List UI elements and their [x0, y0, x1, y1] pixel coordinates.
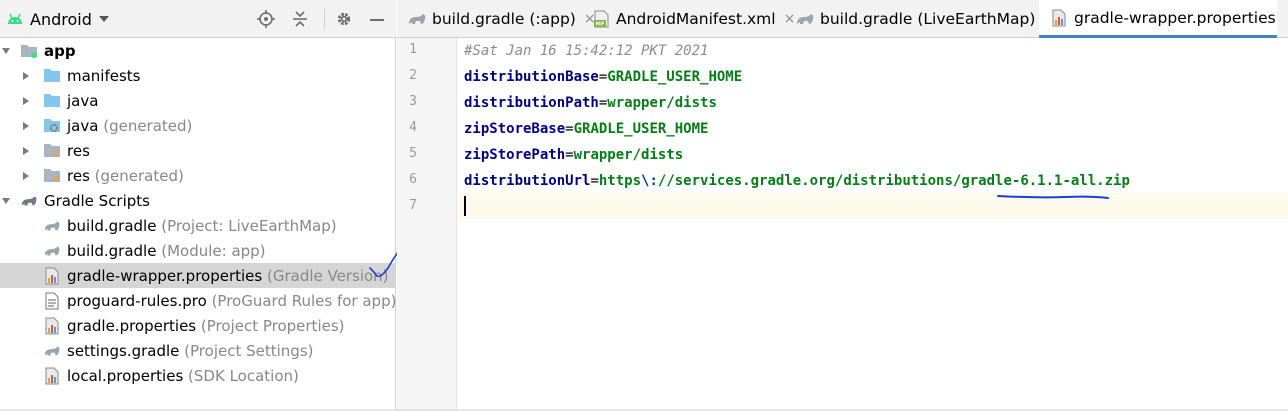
gradle-icon: [43, 342, 61, 360]
svg-text:MF: MF: [596, 22, 605, 28]
code-editor[interactable]: #Sat Jan 16 15:42:12 PKT 2021 distributi…: [458, 38, 1288, 411]
android-icon: [6, 12, 24, 26]
module-folder-icon: [20, 42, 38, 60]
tree-item-label: Gradle Scripts: [44, 191, 150, 210]
tree-item-settings-gradle[interactable]: settings.gradle (Project Settings): [0, 338, 395, 363]
collapse-all-icon[interactable]: [290, 9, 310, 29]
text-caret: [464, 196, 466, 216]
collapsed-arrow-icon[interactable]: [20, 170, 32, 182]
tree-item-label: build.gradle (Module: app): [67, 241, 266, 260]
tree-item-java-generated[interactable]: java (generated): [0, 113, 395, 138]
code-line-5[interactable]: zipStorePath=wrapper/dists: [464, 142, 683, 168]
res-folder-icon: [43, 142, 61, 160]
tree-item-label: res: [67, 141, 90, 160]
gradle-icon: [43, 242, 61, 260]
tree-item-build-gradle-project[interactable]: build.gradle (Project: LiveEarthMap): [0, 213, 395, 238]
tree-item-label: local.properties (SDK Location): [67, 366, 299, 385]
tree-item-label: settings.gradle (Project Settings): [67, 341, 314, 360]
collapsed-arrow-icon[interactable]: [20, 70, 32, 82]
editor-tab-bar: build.gradle (:app) × MF AndroidManifest…: [397, 0, 1288, 38]
tree-item-gradle-wrapper-properties[interactable]: gradle-wrapper.properties (Gradle Versio…: [0, 233, 416, 288]
project-view-selector[interactable]: Android: [6, 8, 110, 30]
gradle-icon: [407, 9, 427, 29]
tab-android-manifest[interactable]: MF AndroidManifest.xml ×: [593, 0, 795, 38]
code-line-2[interactable]: distributionBase=GRADLE_USER_HOME: [464, 64, 742, 90]
tree-item-gradle-scripts[interactable]: Gradle Scripts: [0, 188, 395, 213]
line-number: 1: [409, 42, 417, 57]
line-number: 7: [409, 198, 417, 213]
line-number: 6: [409, 172, 417, 187]
tree-item-proguard-rules[interactable]: proguard-rules.pro (ProGuard Rules for a…: [0, 288, 397, 313]
tree-item-gradle-properties[interactable]: gradle.properties (Project Properties): [0, 313, 395, 338]
tree-item-label: app: [44, 41, 76, 60]
gradle-icon: [20, 192, 38, 210]
gear-icon[interactable]: [334, 9, 354, 29]
properties-icon: [1049, 8, 1069, 28]
chevron-down-icon: [98, 15, 110, 23]
line-number: 2: [409, 68, 417, 83]
tab-gradle-wrapper-properties[interactable]: gradle-wrapper.properties: [1039, 0, 1277, 38]
line-number-gutter: 1 2 3 4 5 6 7: [397, 38, 457, 411]
line-number: 4: [409, 120, 417, 135]
tree-item-java[interactable]: java: [0, 88, 395, 113]
folder-icon: [43, 92, 61, 110]
handwritten-underline: [997, 195, 1109, 199]
tab-label: build.gradle (LiveEarthMap): [820, 10, 1036, 28]
project-view-label: Android: [30, 9, 92, 29]
toolbar-separator: [324, 9, 325, 29]
properties-icon: [43, 367, 61, 385]
tree-item-app[interactable]: app: [0, 38, 395, 63]
project-panel: Android app manifests java java (generat…: [0, 0, 416, 409]
collapsed-arrow-icon[interactable]: [20, 95, 32, 107]
tab-build-gradle-project[interactable]: build.gradle (LiveEarthMap) ×: [795, 0, 1055, 38]
properties-icon: [43, 317, 61, 335]
tree-item-label: java: [67, 91, 99, 110]
tree-item-res-generated[interactable]: res (generated): [0, 163, 395, 188]
tree-item-label: java (generated): [67, 116, 193, 135]
editor-area: build.gradle (:app) × MF AndroidManifest…: [397, 0, 1288, 411]
code-line-6[interactable]: distributionUrl=https\://services.gradle…: [464, 168, 1130, 194]
tab-build-gradle-app[interactable]: build.gradle (:app) ×: [407, 0, 596, 38]
tree-item-build-gradle-module[interactable]: build.gradle (Module: app): [0, 238, 395, 263]
tree-item-local-properties[interactable]: local.properties (SDK Location): [0, 363, 395, 388]
collapsed-arrow-icon[interactable]: [20, 120, 32, 132]
text-file-icon: [43, 292, 61, 310]
properties-icon: [43, 267, 61, 285]
tree-item-label: gradle.properties (Project Properties): [67, 316, 345, 335]
code-line-3[interactable]: distributionPath=wrapper/dists: [464, 90, 717, 116]
generated-folder-icon: [43, 117, 61, 135]
tree-item-label: gradle-wrapper.properties (Gradle Versio…: [67, 266, 389, 285]
tree-item-res[interactable]: res: [0, 138, 395, 163]
tree-item-label: build.gradle (Project: LiveEarthMap): [67, 216, 337, 235]
collapsed-arrow-icon[interactable]: [20, 145, 32, 157]
folder-icon: [43, 67, 61, 85]
gradle-icon: [795, 9, 815, 29]
tree-item-label: proguard-rules.pro (ProGuard Rules for a…: [67, 291, 397, 310]
tree-item-label: manifests: [67, 66, 141, 85]
manifest-icon: MF: [593, 9, 611, 29]
expand-arrow-icon[interactable]: [0, 195, 12, 207]
tree-item-manifests[interactable]: manifests: [0, 63, 395, 88]
locate-icon[interactable]: [256, 9, 276, 29]
current-line-highlight: [458, 193, 1288, 219]
line-number: 3: [409, 94, 417, 109]
res-folder-icon: [43, 167, 61, 185]
tree-item-label: res (generated): [67, 166, 184, 185]
line-number: 5: [409, 146, 417, 161]
tab-label: AndroidManifest.xml: [616, 10, 776, 28]
minimize-icon[interactable]: [367, 9, 387, 29]
tab-label: gradle-wrapper.properties: [1074, 8, 1276, 27]
code-line-1[interactable]: #Sat Jan 16 15:42:12 PKT 2021: [464, 38, 708, 64]
gradle-icon: [43, 217, 61, 235]
project-panel-toolbar: Android: [0, 0, 396, 38]
close-icon[interactable]: ×: [784, 11, 796, 27]
expand-arrow-icon[interactable]: [0, 45, 12, 57]
tab-label: build.gradle (:app): [432, 10, 576, 28]
code-line-4[interactable]: zipStoreBase=GRADLE_USER_HOME: [464, 116, 708, 142]
